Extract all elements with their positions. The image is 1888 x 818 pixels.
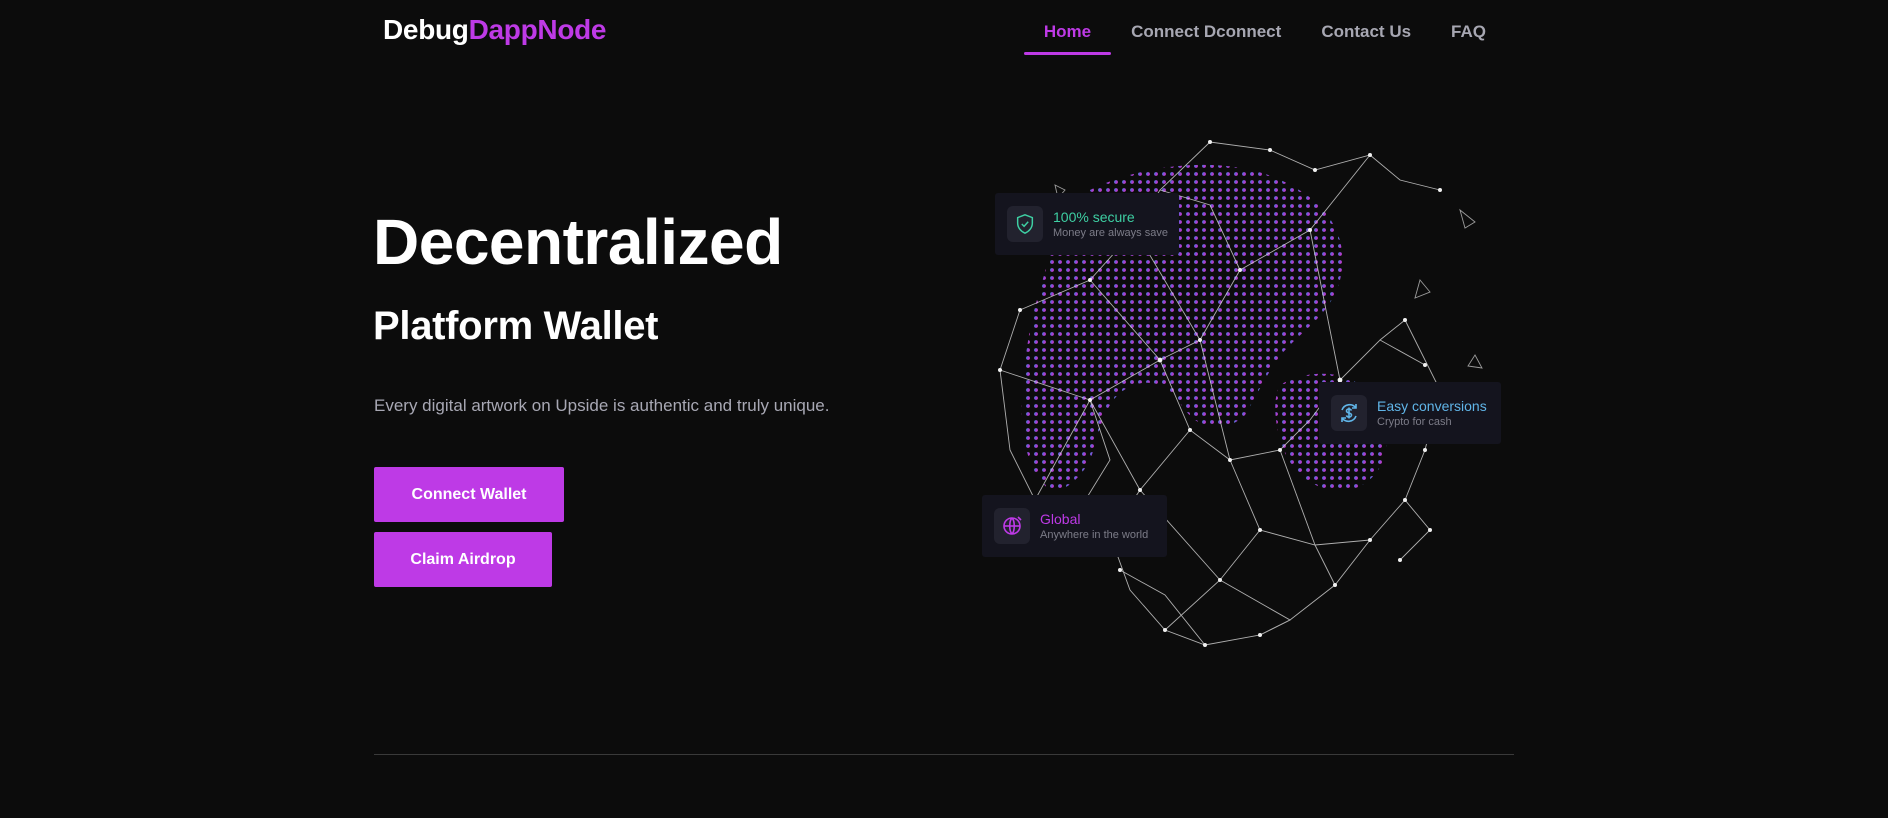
card-conversions-title: Easy conversions [1377,397,1487,414]
connect-wallet-button[interactable]: Connect Wallet [374,467,564,522]
hero-description: Every digital artwork on Upside is authe… [374,396,830,415]
card-global-subtitle: Anywhere in the world [1040,528,1149,541]
section-divider [374,754,1514,755]
nav-item-faq[interactable]: FAQ [1431,0,1506,56]
nav-item-connect-dconnect[interactable]: Connect Dconnect [1111,0,1301,56]
brand-name-part2: DappNode [468,14,607,45]
feature-card-conversions: Easy conversions Crypto for cash [1319,382,1501,444]
dollar-exchange-icon [1331,395,1367,431]
globe-coin-icon [994,508,1030,544]
hero-title: Decentralized [373,206,783,278]
card-global-title: Global [1040,510,1081,527]
card-conversions-subtitle: Crypto for cash [1377,415,1452,428]
feature-card-secure: 100% secure Money are always save [995,193,1179,255]
shield-check-icon [1007,206,1043,242]
nav-item-home[interactable]: Home [1023,0,1112,56]
card-secure-title: 100% secure [1053,208,1135,225]
page: DebugDappNode Home Connect Dconnect Cont… [0,0,1888,818]
brand-name-part1: Debug [383,14,469,45]
brand-logo[interactable]: DebugDappNode [383,14,607,46]
feature-card-global: Global Anywhere in the world [982,495,1167,557]
nav-item-contact-us[interactable]: Contact Us [1301,0,1431,56]
claim-airdrop-button[interactable]: Claim Airdrop [374,532,552,587]
card-secure-subtitle: Money are always save [1053,226,1168,239]
top-nav: DebugDappNode Home Connect Dconnect Cont… [0,0,1888,60]
hero-subtitle: Platform Wallet [373,304,659,348]
nav-links: Home Connect Dconnect Contact Us FAQ [1023,0,1506,56]
